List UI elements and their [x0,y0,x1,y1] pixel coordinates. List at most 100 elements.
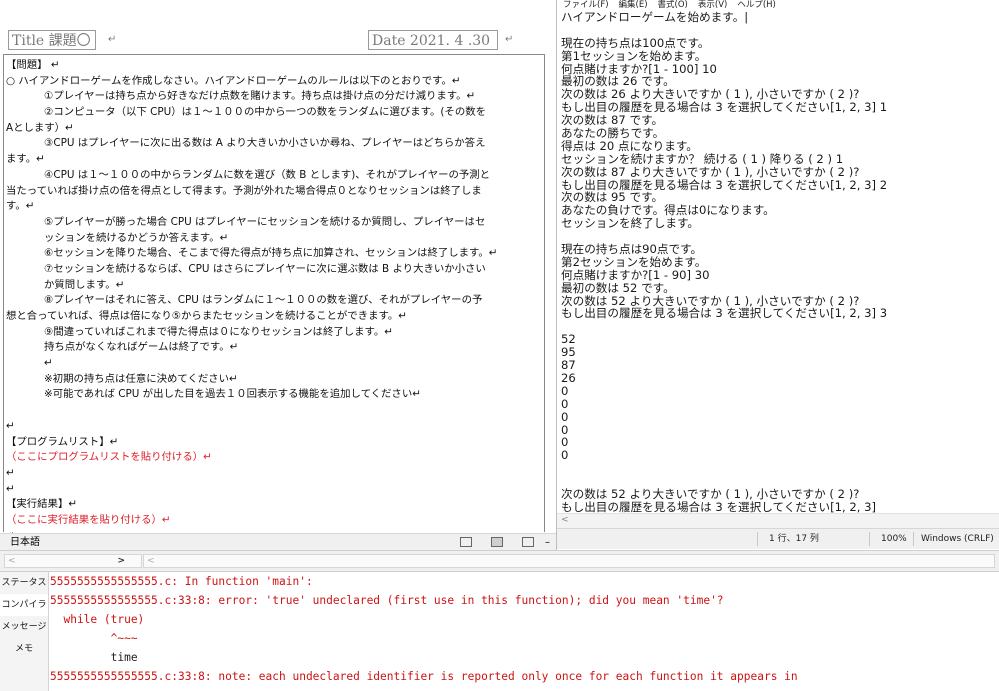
notepad-text-line: 最初の数は 52 です。 [561,280,675,295]
document-line: ①プレイヤーは持ち点から好きなだけ点数を賭けます。持ち点は掛け点の分だけ減ります… [44,90,476,103]
compiler-output[interactable]: 5555555555555555.c: In function 'main': 5… [49,572,999,691]
scroll-right-arrow-icon[interactable]: > [117,555,125,567]
menu-file[interactable]: ファイル(F) [563,0,609,10]
notepad-text-line: 次の数は 52 より大きいですか ( 1 ), 小さいですか ( 2 )? [561,486,860,501]
notepad-window[interactable]: ファイル(F) 編集(E) 書式(O) 表示(V) ヘルプ(H) ハイアンドローゲームを… [556,0,999,550]
document-line: 当たっていれば掛け点の倍を得点として得ます。予測が外れた場合得点０となりセッショ… [6,184,482,197]
document-line: ッションを続けるかどうか答えます。↵ [44,231,229,244]
notepad-text-line [561,320,996,333]
document-line: ⑨間違っていればこれまで得た得点は０になりセッションは終了します。↵ [44,325,393,338]
document-line: 想と合っていれば、得点は倍になり⑤からまたセッションを続けることができます。↵ [6,310,407,322]
document-line: ⑥セッションを降りた場合、そこまで得た得点が持ち点に加算され、セッションは終了し… [44,247,498,260]
status-separator [757,532,758,546]
notepad-text-area[interactable]: ハイアンドローゲームを始めます。| 現在の持ち点は100点です。 第1セッションを始… [561,11,996,514]
notepad-text-line [561,24,996,37]
notepad-horizontal-scrollbar[interactable]: < [557,513,999,528]
notepad-text-line: 0 [561,409,569,424]
document-line: ⑦セッションを続けるならば、CPU はさらにプレイヤーに次に選ぶ数は B より大… [44,262,486,275]
compiler-output-line: ^~~~ [50,632,138,645]
notepad-status-bar: 1 行、17 列 100% Windows (CRLF) [557,528,999,549]
notepad-text-line: 0 [561,422,569,437]
notepad-text-line: 得点は 20 点になります。 [561,138,698,153]
tab-compiler[interactable]: コンパイラ [0,594,48,616]
document-line: ⑧プレイヤーはそれに答え、CPU はランダムに１～１００の数を選び、それがプレイ… [44,294,483,307]
scroll-left-arrow-icon[interactable]: < [561,515,569,525]
web-layout-icon[interactable] [522,537,534,547]
scroll-left-arrow-icon[interactable]: < [8,555,16,567]
compiler-output-line: 5555555555555555.c:33:8: note: each unde… [50,670,798,683]
menu-help[interactable]: ヘルプ(H) [737,0,776,10]
document-line: （ここにプログラムリストを貼り付ける）↵ [6,451,212,464]
notepad-text-line: 0 [561,383,569,398]
document-line: （ここに実行結果を貼り付ける）↵ [6,513,171,526]
menu-view[interactable]: 表示(V) [698,0,727,10]
menu-format[interactable]: 書式(O) [658,0,688,10]
document-line: ④CPU は１～１００の中からランダムに数を選び（数 B とします)、それがプレ… [44,168,491,181]
status-separator [913,532,914,546]
document-line: か質問します。↵ [44,278,125,291]
tab-message[interactable]: メッセージ [0,616,48,638]
notepad-text-line: もし出目の履歴を見る場合は 3 を選択してください[1, 2, 3] 3 [561,306,888,321]
notepad-text-line: 何点賭けますか?[1 - 90] 30 [561,267,710,282]
document-line: ○ ハイアンドローゲームを作成しなさい。ハイアンドローゲームのルールは以下のとお… [6,74,461,87]
notepad-text-line: 現在の持ち点は100点です。 [561,35,710,50]
notepad-text-line: もし出目の履歴を見る場合は 3 を選択してください[1, 2, 3] [561,499,877,514]
print-layout-icon[interactable] [491,537,503,547]
notepad-text-line: 現在の持ち点は90点です。 [561,242,703,257]
notepad-text-line [561,462,996,475]
notepad-text-line: 第2セッションを始めます。 [561,254,707,269]
document-line: ↵ [6,419,15,432]
paragraph-mark-icon: ↵ [108,34,117,45]
document-line: ※初期の持ち点は任意に決めてください↵ [44,372,238,385]
document-line: ②コンピュータ（以下 CPU）は１～１００の中から一つの数をランダムに選びます。… [44,106,486,119]
paragraph-mark-icon: ↵ [505,34,514,45]
tab-status[interactable]: ステータス [0,572,48,594]
status-separator [869,532,870,546]
document-line: 持ち点がなくなればゲームは終了です。↵ [44,341,239,354]
compiler-output-line: 5555555555555555.c:33:8: error: 'true' u… [50,594,724,607]
document-line: Aとします）↵ [6,121,74,134]
pane-scroll-row: < > < [0,550,999,572]
date-box[interactable]: Date 2021. 4 .30 [368,30,498,50]
notepad-text-line: 0 [561,448,569,463]
notepad-text-line: 87 [561,358,576,373]
document-line: ③CPU はプレイヤーに次に出る数は A より大きいか小さいか尋ね、プレイヤーは… [44,137,486,150]
notepad-text-line: 95 [561,345,576,360]
document-line: す。↵ [6,200,35,213]
title-box[interactable]: Title 課題〇 [8,30,96,50]
notepad-text-line: 第1セッションを始めます。 [561,48,707,63]
output-tabs: ステータス コンパイラ メッセージ メモ [0,572,49,691]
language-indicator[interactable]: 日本語 [10,534,40,550]
notepad-text-line: あなたの勝ちです。 [561,126,665,141]
compiler-output-line: time [50,651,138,664]
word-status-bar: 日本語 – [0,533,556,550]
document-line: 【プログラムリスト】↵ [6,435,119,448]
document-line: ↵ [6,482,15,495]
document-line: 【問題】 ↵ [6,59,60,71]
notepad-text-line: 52 [561,332,576,347]
document-body[interactable]: 【問題】 ↵ ○ ハイアンドローゲームを作成しなさい。ハイアンドローゲームのルール… [6,58,541,544]
right-pane-scrollbar[interactable]: < [143,554,995,568]
notepad-text-line: 次の数は 87 より大きいですか ( 1 ), 小さいですか ( 2 )? [561,164,860,179]
notepad-text-line: ハイアンドローゲームを始めます。| [561,11,749,24]
read-mode-icon[interactable] [460,537,472,547]
notepad-text-line: 0 [561,435,569,450]
document-line: ⑤プレイヤーが勝った場合 CPU はプレイヤーにセッションを続けるか質問し、プレ… [44,215,486,228]
document-line: ※可能であれば CPU が出した目を過去１０回表示する機能を追加してください↵ [44,388,421,401]
tab-memo[interactable]: メモ [0,638,48,660]
compiler-output-line: 5555555555555555.c: In function 'main': [50,575,313,588]
menu-edit[interactable]: 編集(E) [619,0,648,10]
zoom-out-icon[interactable]: – [545,534,550,550]
notepad-text-line: セッションを続けますか？ 続ける ( 1 ) 降りる ( 2 ) 1 [561,151,844,166]
line-ending-encoding: Windows (CRLF) [921,534,994,544]
word-document-pane[interactable]: Title 課題〇 ↵ Date 2021. 4 .30 ↵ 【問題】 ↵ ○ ハ… [0,0,556,550]
notepad-text-line: セッションを終了します。 [561,216,699,231]
cursor-position: 1 行、17 列 [769,534,819,544]
scroll-left-arrow-icon[interactable]: < [147,555,155,567]
zoom-level: 100% [881,534,907,544]
notepad-text-line: 0 [561,396,569,411]
compiler-output-line: while (true) [50,613,145,626]
left-pane-scrollbar[interactable]: < > [4,554,142,568]
document-line: ↵ [44,357,53,370]
